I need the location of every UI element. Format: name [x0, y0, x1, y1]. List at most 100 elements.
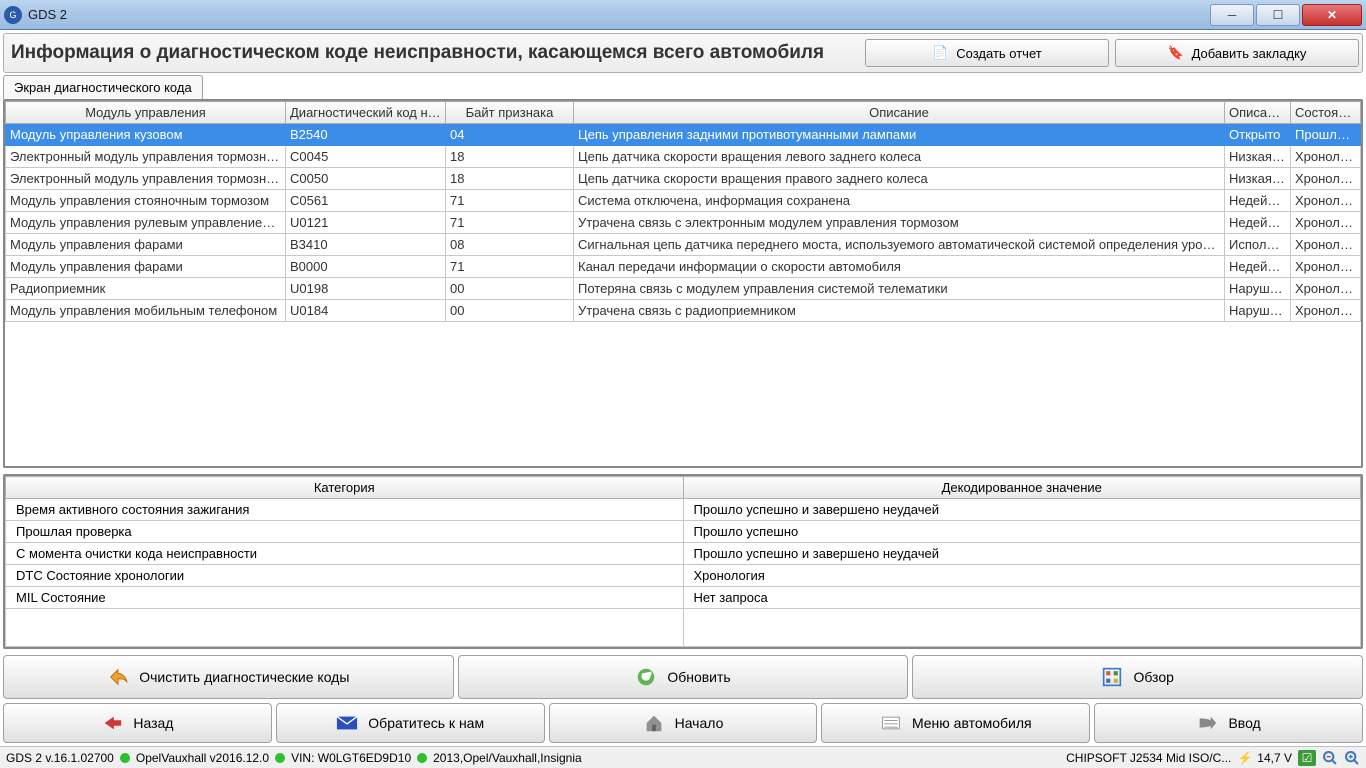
table-cell: Низкая а...: [1225, 168, 1291, 190]
col-category[interactable]: Категория: [6, 477, 684, 499]
table-cell: 18: [446, 146, 574, 168]
status-vin: VIN: W0LGT6ED9D10: [291, 751, 411, 765]
table-row[interactable]: Модуль управления фарамиB341008Сигнальна…: [6, 234, 1361, 256]
table-cell: Модуль управления мобильным телефоном: [6, 300, 286, 322]
table-cell: Открыто: [1225, 124, 1291, 146]
enter-label: Ввод: [1228, 715, 1260, 731]
table-cell: Прошло успешно: [683, 521, 1361, 543]
enter-button[interactable]: Ввод: [1094, 703, 1363, 743]
table-cell: Недейств...: [1225, 190, 1291, 212]
start-label: Начало: [675, 715, 724, 731]
table-cell: Нет запроса: [683, 587, 1361, 609]
table-cell: B0000: [286, 256, 446, 278]
car-menu-button[interactable]: Меню автомобиля: [821, 703, 1090, 743]
table-row[interactable]: Прошлая проверкаПрошло успешно: [6, 521, 1361, 543]
create-report-button[interactable]: 📄 Создать отчет: [865, 39, 1109, 67]
refresh-icon: [635, 666, 657, 688]
add-bookmark-button[interactable]: 🔖 Добавить закладку: [1115, 39, 1359, 67]
col-state[interactable]: Состояние: [1291, 102, 1361, 124]
car-menu-label: Меню автомобиля: [912, 715, 1032, 731]
table-cell: [683, 609, 1361, 647]
overview-button[interactable]: Обзор: [912, 655, 1363, 699]
table-cell: Система отключена, информация сохранена: [574, 190, 1225, 212]
table-cell: Утрачена связь с электронным модулем упр…: [574, 212, 1225, 234]
status-version: GDS 2 v.16.1.02700: [6, 751, 114, 765]
table-cell: С момента очистки кода неисправности: [6, 543, 684, 565]
table-cell: Хронолог...: [1291, 212, 1361, 234]
back-label: Назад: [133, 715, 173, 731]
status-vehicle: 2013,Opel/Vauxhall,Insignia: [433, 751, 582, 765]
envelope-icon: [336, 712, 358, 734]
table-cell: 18: [446, 168, 574, 190]
table-cell: 00: [446, 300, 574, 322]
back-arrow-icon: [101, 712, 123, 734]
contact-us-button[interactable]: Обратитесь к нам: [276, 703, 545, 743]
clear-label: Очистить диагностические коды: [139, 669, 349, 685]
table-row[interactable]: Модуль управления кузовомB254004Цепь упр…: [6, 124, 1361, 146]
table-cell: C0050: [286, 168, 446, 190]
monitor-icon[interactable]: ☑: [1298, 750, 1316, 766]
table-cell: MIL Состояние: [6, 587, 684, 609]
zoom-out-icon[interactable]: [1322, 750, 1338, 766]
update-button[interactable]: Обновить: [458, 655, 909, 699]
table-row[interactable]: Модуль управления фарамиB000071Канал пер…: [6, 256, 1361, 278]
table-row[interactable]: DTC Состояние хронологииХронология: [6, 565, 1361, 587]
table-cell: Электронный модуль управления тормозной …: [6, 168, 286, 190]
table-cell: Цепь датчика скорости вращения левого за…: [574, 146, 1225, 168]
status-dot-icon: [417, 753, 427, 763]
zoom-in-icon[interactable]: [1344, 750, 1360, 766]
table-row[interactable]: Модуль управления стояночным тормозомC05…: [6, 190, 1361, 212]
tab-diagnostic-code-screen[interactable]: Экран диагностического кода: [3, 75, 203, 99]
start-button[interactable]: Начало: [549, 703, 818, 743]
page-header: Информация о диагностическом коде неиспр…: [3, 33, 1363, 73]
table-cell: Сигнальная цепь датчика переднего моста,…: [574, 234, 1225, 256]
table-cell: [6, 609, 684, 647]
col-description[interactable]: Описание: [574, 102, 1225, 124]
col-decoded-value[interactable]: Декодированное значение: [683, 477, 1361, 499]
close-button[interactable]: ✕: [1302, 4, 1362, 26]
clear-icon: [107, 666, 129, 688]
table-cell: Хронолог...: [1291, 256, 1361, 278]
clear-diagnostic-codes-button[interactable]: Очистить диагностические коды: [3, 655, 454, 699]
table-cell: 71: [446, 190, 574, 212]
table-cell: Цепь датчика скорости вращения правого з…: [574, 168, 1225, 190]
table-row[interactable]: РадиоприемникU019800Потеряна связь с мод…: [6, 278, 1361, 300]
create-report-label: Создать отчет: [956, 46, 1041, 61]
col-module[interactable]: Модуль управления: [6, 102, 286, 124]
table-cell: Хронолог...: [1291, 234, 1361, 256]
table-cell: Прошло успешно и завершено неудачей: [683, 543, 1361, 565]
table-row[interactable]: Электронный модуль управления тормозной …: [6, 146, 1361, 168]
table-cell: Хронолог...: [1291, 190, 1361, 212]
lightning-icon: ⚡: [1237, 750, 1253, 766]
table-cell: Хронолог...: [1291, 300, 1361, 322]
back-button[interactable]: Назад: [3, 703, 272, 743]
status-bar: GDS 2 v.16.1.02700 OpelVauxhall v2016.12…: [0, 746, 1366, 768]
col-extra[interactable]: Описани...: [1225, 102, 1291, 124]
table-row[interactable]: Электронный модуль управления тормозной …: [6, 168, 1361, 190]
table-row[interactable]: Время активного состояния зажиганияПрошл…: [6, 499, 1361, 521]
enter-arrow-icon: [1196, 712, 1218, 734]
table-cell: B2540: [286, 124, 446, 146]
window-title: GDS 2: [28, 7, 67, 22]
table-row[interactable]: С момента очистки кода неисправностиПрош…: [6, 543, 1361, 565]
col-code[interactable]: Диагностический код неи...: [286, 102, 446, 124]
table-cell: Канал передачи информации о скорости авт…: [574, 256, 1225, 278]
table-cell: Недейств...: [1225, 212, 1291, 234]
table-cell: Низкая а...: [1225, 146, 1291, 168]
table-cell: Хронолог...: [1291, 278, 1361, 300]
status-interface: CHIPSOFT J2534 Mid ISO/C...: [1066, 751, 1231, 765]
status-voltage: ⚡ 14,7 V: [1237, 750, 1292, 766]
table-cell: 08: [446, 234, 574, 256]
detail-table: Категория Декодированное значение Время …: [5, 476, 1361, 647]
table-cell: Модуль управления кузовом: [6, 124, 286, 146]
col-byte[interactable]: Байт признака: [446, 102, 574, 124]
table-row[interactable]: Модуль управления рулевым управлением с …: [6, 212, 1361, 234]
minimize-button[interactable]: ─: [1210, 4, 1254, 26]
table-cell: Прошло успешно и завершено неудачей: [683, 499, 1361, 521]
maximize-button[interactable]: ☐: [1256, 4, 1300, 26]
contact-label: Обратитесь к нам: [368, 715, 484, 731]
table-row[interactable]: Модуль управления мобильным телефономU01…: [6, 300, 1361, 322]
table-row[interactable]: MIL СостояниеНет запроса: [6, 587, 1361, 609]
table-cell: Недейств...: [1225, 256, 1291, 278]
table-cell: 00: [446, 278, 574, 300]
